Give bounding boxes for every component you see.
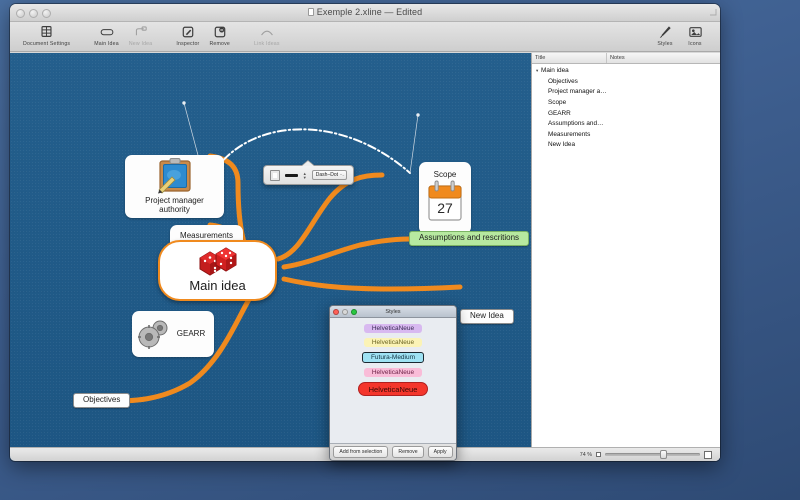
toolbar-label-icons: Icons bbox=[688, 41, 701, 47]
outline-row-label: Project manager a… bbox=[548, 88, 607, 95]
node-label: Objectives bbox=[78, 395, 125, 406]
outline-row-objectives[interactable]: Objectives bbox=[532, 77, 720, 88]
toolbar-button-icons[interactable]: Icons bbox=[680, 23, 710, 47]
node-label: Project manager authority bbox=[125, 196, 224, 216]
outline-row-label: GEARR bbox=[548, 110, 571, 117]
style-item[interactable]: HelveticaNeue bbox=[358, 382, 429, 396]
outline-column-title[interactable]: Title bbox=[532, 53, 607, 63]
calendar-icon: 27 bbox=[425, 180, 465, 226]
styles-close-button[interactable] bbox=[333, 309, 339, 315]
node-gearr[interactable]: GEARR bbox=[132, 311, 214, 357]
node-label: New Idea bbox=[465, 311, 509, 322]
styles-brush-icon bbox=[658, 24, 672, 39]
toolbar-label-remove: Remove bbox=[209, 41, 230, 47]
zoom-slider-knob[interactable] bbox=[660, 450, 667, 459]
outline-row-label: Scope bbox=[548, 99, 566, 106]
outline-row-scope[interactable]: Scope bbox=[532, 98, 720, 109]
styles-minimize-button[interactable] bbox=[342, 309, 348, 315]
inspector-icon bbox=[182, 24, 194, 39]
node-label: GEARR bbox=[172, 329, 210, 340]
calendar-day-number: 27 bbox=[437, 200, 453, 216]
outline-row-project-manager[interactable]: Project manager a… bbox=[532, 87, 720, 98]
node-label: Assumptions and rescritions bbox=[414, 233, 524, 244]
add-from-selection-button[interactable]: Add from selection bbox=[333, 446, 388, 458]
node-label: Main idea bbox=[184, 278, 250, 294]
document-settings-icon bbox=[40, 24, 53, 39]
node-main-idea[interactable]: Main idea bbox=[158, 240, 277, 301]
style-item-selected[interactable]: Futura-Medium bbox=[362, 352, 424, 363]
outline-row-label: Measurements bbox=[548, 131, 590, 138]
line-weight-stepper[interactable]: ▲ ▼ bbox=[303, 172, 307, 179]
toolbar-label-main-idea: Main Idea bbox=[94, 41, 119, 47]
outline-row-label: New Idea bbox=[548, 141, 575, 148]
stepper-down-icon[interactable]: ▼ bbox=[303, 176, 307, 179]
toolbar-button-main-idea[interactable]: Main Idea bbox=[89, 23, 124, 47]
outline-panel: Title Notes ▾Main idea Objectives Projec… bbox=[531, 53, 720, 461]
outline-row-label: Assumptions and… bbox=[548, 120, 603, 127]
toolbar-label-styles: Styles bbox=[657, 41, 672, 47]
outline-column-notes[interactable]: Notes bbox=[607, 53, 625, 63]
new-idea-icon bbox=[134, 24, 147, 39]
style-item[interactable]: HelveticaNeue bbox=[364, 338, 422, 347]
zoom-percentage: 74 % bbox=[580, 452, 592, 458]
styles-palette-window: Styles HelveticaNeue HelveticaNeue Futur… bbox=[329, 305, 457, 461]
document-icon bbox=[308, 8, 314, 16]
dice-icon bbox=[196, 246, 240, 278]
toolbar-label-new-idea: New Idea bbox=[129, 41, 153, 47]
apply-style-button[interactable]: Apply bbox=[428, 446, 453, 458]
styles-zoom-button[interactable] bbox=[351, 309, 357, 315]
toolbar-button-inspector[interactable]: Inspector bbox=[171, 23, 204, 47]
icons-image-icon bbox=[689, 24, 702, 39]
toolbar-button-styles[interactable]: Styles bbox=[650, 23, 680, 47]
node-new-idea[interactable]: New Idea bbox=[460, 309, 514, 324]
node-objectives[interactable]: Objectives bbox=[73, 393, 130, 408]
clipboard-icon bbox=[155, 158, 195, 196]
resize-handle-icon[interactable] bbox=[709, 8, 717, 16]
toolbar-left-group: Document Settings Main Idea bbox=[18, 23, 285, 47]
dash-style-select[interactable]: Dash–Dot bbox=[312, 170, 347, 180]
link-ideas-icon bbox=[260, 24, 274, 39]
outline-row-new-idea[interactable]: New Idea bbox=[532, 140, 720, 151]
zoom-slider[interactable] bbox=[605, 453, 700, 456]
toolbar-button-new-idea[interactable]: New Idea bbox=[124, 23, 158, 47]
outline-row-assumptions[interactable]: Assumptions and… bbox=[532, 119, 720, 130]
styles-list: HelveticaNeue HelveticaNeue Futura-Mediu… bbox=[330, 318, 456, 443]
toolbar-label-document-settings: Document Settings bbox=[23, 41, 70, 47]
remove-icon bbox=[214, 24, 226, 39]
outline-header: Title Notes bbox=[532, 53, 720, 64]
line-weight-preview bbox=[285, 174, 298, 177]
style-item[interactable]: HelveticaNeue bbox=[364, 324, 422, 333]
toolbar-label-link-ideas: Link Ideas bbox=[254, 41, 280, 47]
outline-row-label: Main idea bbox=[541, 67, 569, 74]
styles-palette-traffic-lights[interactable] bbox=[333, 309, 357, 315]
window-titlebar[interactable]: Exemple 2.xline — Edited bbox=[10, 4, 720, 22]
outline-row-measurements[interactable]: Measurements bbox=[532, 130, 720, 141]
style-item[interactable]: HelveticaNeue bbox=[364, 368, 422, 377]
outline-row-main-idea[interactable]: ▾Main idea bbox=[532, 66, 720, 77]
toolbar: Document Settings Main Idea bbox=[10, 22, 720, 52]
toolbar-right-group: Styles Icons bbox=[650, 23, 710, 47]
line-style-popup[interactable]: ▲ ▼ Dash–Dot bbox=[263, 165, 354, 185]
outline-row-label: Objectives bbox=[548, 78, 578, 85]
window-title: Exemple 2.xline — Edited bbox=[10, 7, 720, 17]
node-project-manager-authority[interactable]: Project manager authority bbox=[125, 155, 224, 218]
node-scope[interactable]: Scope 27 bbox=[419, 162, 471, 234]
outline-rows: ▾Main idea Objectives Project manager a…… bbox=[532, 64, 720, 461]
small-square-icon[interactable] bbox=[596, 452, 601, 457]
styles-palette-footer: Add from selection Remove Apply bbox=[330, 443, 456, 460]
toolbar-button-document-settings[interactable]: Document Settings bbox=[18, 23, 75, 47]
line-color-swatch[interactable] bbox=[270, 170, 280, 181]
node-label: Scope bbox=[429, 170, 462, 181]
main-idea-icon bbox=[100, 24, 114, 39]
remove-style-button[interactable]: Remove bbox=[392, 446, 423, 458]
toolbar-button-link-ideas[interactable]: Link Ideas bbox=[249, 23, 285, 47]
large-square-icon[interactable] bbox=[704, 451, 712, 459]
toolbar-button-remove[interactable]: Remove bbox=[204, 23, 235, 47]
node-assumptions-and-restrictions[interactable]: Assumptions and rescritions bbox=[409, 231, 529, 246]
window-title-text: Exemple 2.xline — Edited bbox=[317, 7, 422, 17]
toolbar-label-inspector: Inspector bbox=[176, 41, 199, 47]
gears-icon bbox=[136, 317, 172, 351]
outline-row-gearr[interactable]: GEARR bbox=[532, 109, 720, 120]
styles-palette-titlebar[interactable]: Styles bbox=[330, 306, 456, 318]
